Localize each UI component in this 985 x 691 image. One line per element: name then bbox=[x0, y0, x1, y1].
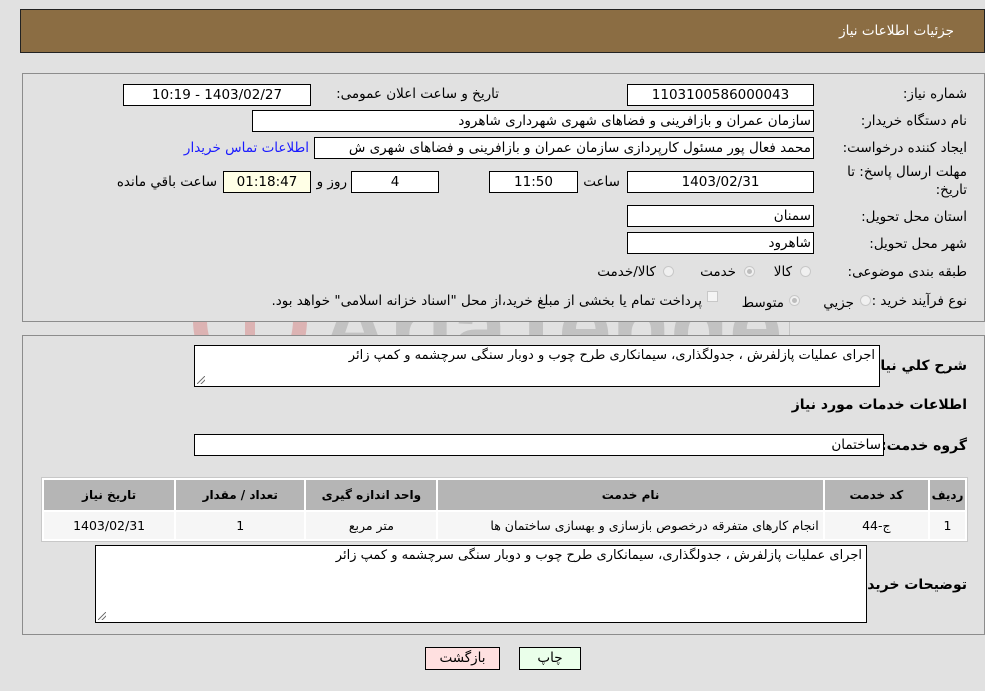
resize-grip-icon[interactable] bbox=[98, 612, 106, 620]
deadline-label-line2: تاریخ: bbox=[935, 182, 967, 198]
cell-service-name: انجام کارهای متفرقه درخصوص بازسازی و بهس… bbox=[438, 512, 823, 539]
deadline-label-line1: مهلت ارسال پاسخ: تا bbox=[847, 164, 967, 180]
need-details-panel: شماره نیاز: 1103100586000043 تاریخ و ساع… bbox=[22, 73, 985, 322]
treasury-payment-checkbox[interactable] bbox=[707, 291, 718, 302]
page-title: جزئيات اطلاعات نياز bbox=[839, 23, 954, 39]
need-number-field: 1103100586000043 bbox=[627, 84, 814, 106]
creator-label: ایجاد کننده درخواست: bbox=[842, 140, 967, 156]
services-table: رديف کد خدمت نام خدمت واحد اندازه گیری ت… bbox=[41, 477, 968, 542]
process-option-minor: جزیي bbox=[823, 295, 854, 311]
deadline-time-label: ساعت bbox=[583, 174, 620, 190]
description-label: شرح کلي نياز: bbox=[866, 358, 967, 374]
services-panel: شرح کلي نياز: اجرای عملیات پازلفرش ، جدو… bbox=[22, 335, 985, 635]
cell-need-date: 1403/02/31 bbox=[44, 512, 175, 539]
deadline-date-field: 1403/02/31 bbox=[627, 171, 814, 193]
process-radio-minor[interactable] bbox=[860, 295, 871, 306]
process-option-medium: متوسط bbox=[741, 295, 784, 311]
province-label: استان محل تحویل: bbox=[861, 209, 967, 225]
col-quantity: تعداد / مقدار bbox=[176, 480, 305, 510]
category-option-goods-service: کالا/خدمت bbox=[597, 264, 656, 280]
cell-row: 1 bbox=[930, 512, 965, 539]
back-button[interactable]: بازگشت bbox=[425, 647, 500, 670]
buyer-contact-link[interactable]: اطلاعات تماس خریدار bbox=[184, 140, 309, 156]
print-button[interactable]: چاپ bbox=[519, 647, 581, 670]
announce-datetime-field: 1403/02/27 - 10:19 bbox=[123, 84, 311, 106]
category-label: طبقه بندی موضوعی: bbox=[847, 264, 967, 280]
category-radio-goods-service[interactable] bbox=[663, 266, 674, 277]
service-group-field: ساختمان bbox=[194, 434, 884, 456]
days-label: روز و bbox=[316, 174, 347, 190]
city-field: شاهرود bbox=[627, 232, 814, 254]
announce-label: تاریخ و ساعت اعلان عمومی: bbox=[336, 86, 499, 102]
description-textarea[interactable]: اجرای عملیات پازلفرش ، جدولگذاری، سیمانک… bbox=[194, 345, 880, 387]
process-label: نوع فرآیند خرید : bbox=[871, 293, 967, 309]
province-field: سمنان bbox=[627, 205, 814, 227]
col-need-date: تاريخ نياز bbox=[44, 480, 175, 510]
category-option-service: خدمت bbox=[700, 264, 736, 280]
col-service-name: نام خدمت bbox=[438, 480, 823, 510]
description-text: اجرای عملیات پازلفرش ، جدولگذاری، سیمانک… bbox=[348, 348, 875, 363]
creator-field: محمد فعال پور مسئول کارپردازی سازمان عمر… bbox=[314, 137, 814, 159]
buyer-notes-text: اجرای عملیات پازلفرش ، جدولگذاری، سیمانک… bbox=[335, 548, 862, 563]
remaining-time-field: 01:18:47 bbox=[223, 171, 311, 193]
category-option-goods: کالا bbox=[773, 264, 792, 280]
table-header-row: رديف کد خدمت نام خدمت واحد اندازه گیری ت… bbox=[44, 480, 965, 510]
category-radio-service[interactable] bbox=[744, 266, 755, 277]
payment-note: پرداخت تمام یا بخشی از مبلغ خرید،از محل … bbox=[271, 293, 702, 309]
deadline-time-field: 11:50 bbox=[489, 171, 578, 193]
cell-unit: متر مربع bbox=[306, 512, 437, 539]
table-row: 1 ج-44 انجام کارهای متفرقه درخصوص بازساز… bbox=[44, 512, 965, 539]
remaining-days-field: 4 bbox=[351, 171, 439, 193]
buyer-org-field: سازمان عمران و بازافرینی و فضاهای شهری ش… bbox=[252, 110, 814, 132]
buyer-notes-textarea[interactable]: اجرای عملیات پازلفرش ، جدولگذاری، سیمانک… bbox=[95, 545, 867, 623]
city-label: شهر محل تحویل: bbox=[869, 236, 967, 252]
col-unit: واحد اندازه گیری bbox=[306, 480, 437, 510]
need-number-label: شماره نیاز: bbox=[902, 86, 967, 102]
process-radio-medium[interactable] bbox=[789, 295, 800, 306]
category-radio-goods[interactable] bbox=[800, 266, 811, 277]
services-section-title: اطلاعات خدمات مورد نياز bbox=[791, 397, 967, 413]
service-group-label: گروه خدمت: bbox=[881, 438, 967, 454]
cell-quantity: 1 bbox=[176, 512, 305, 539]
col-service-code: کد خدمت bbox=[824, 480, 929, 510]
col-row: رديف bbox=[930, 480, 965, 510]
cell-service-code: ج-44 bbox=[824, 512, 929, 539]
page-header: جزئيات اطلاعات نياز bbox=[20, 9, 985, 53]
buyer-org-label: نام دستگاه خریدار: bbox=[860, 113, 967, 129]
remaining-label: ساعت باقي مانده bbox=[116, 174, 217, 190]
resize-grip-icon[interactable] bbox=[197, 376, 205, 384]
